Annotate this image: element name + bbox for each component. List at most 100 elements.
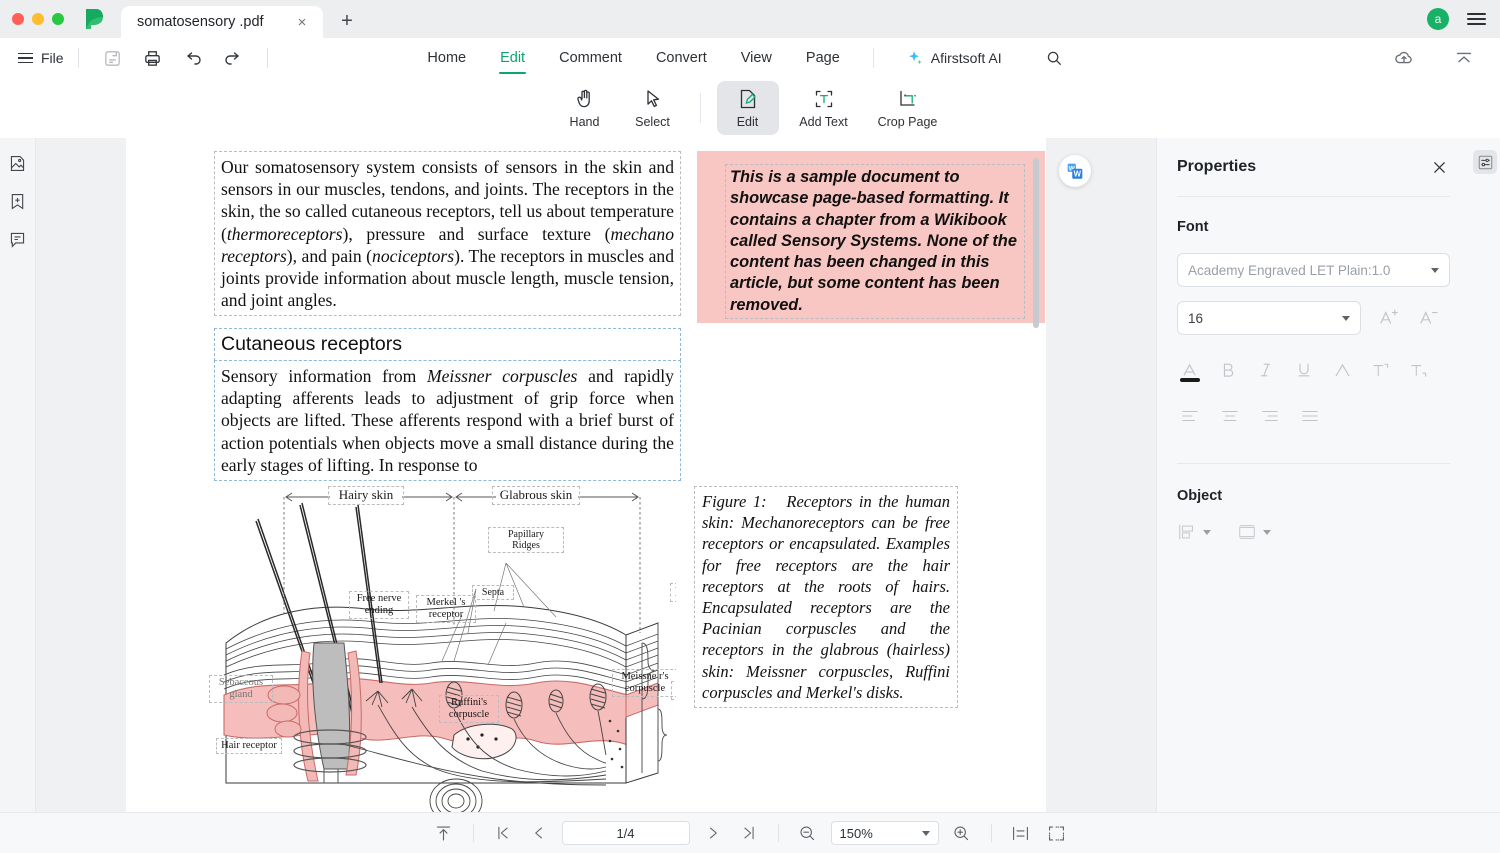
increase-font-size-icon[interactable] (1375, 305, 1401, 331)
zoom-level-select[interactable]: 150% (830, 821, 939, 845)
file-menu-button[interactable]: File (18, 50, 64, 66)
menu-tab-page[interactable]: Page (805, 41, 841, 76)
save-icon[interactable] (100, 45, 126, 71)
strikethrough-button[interactable] (1329, 357, 1355, 383)
last-page-icon[interactable] (736, 820, 762, 846)
scrollbar-track[interactable] (1136, 138, 1156, 812)
skin-diagram[interactable]: Hairy skin Glabrous skin Papillary Ridge… (206, 483, 676, 812)
bold-button[interactable] (1215, 357, 1241, 383)
zoom-in-icon[interactable] (949, 820, 975, 846)
window-controls (0, 0, 64, 38)
object-align-button[interactable] (1177, 522, 1211, 542)
menu-tab-comment[interactable]: Comment (558, 41, 623, 76)
divider (266, 48, 268, 68)
search-icon[interactable] (1041, 45, 1067, 71)
text-block-figure-caption[interactable]: Figure 1: Receptors in the human skin: M… (694, 486, 958, 709)
text-block-paragraph-1[interactable]: Our somatosensory system consists of sen… (214, 151, 681, 317)
page-number-value: 1/4 (616, 825, 635, 841)
section-heading: Cutaneous receptors (221, 333, 403, 355)
menu-tab-convert[interactable]: Convert (655, 41, 708, 76)
new-tab-button[interactable]: + (335, 9, 359, 33)
menu-tab-view[interactable]: View (740, 41, 773, 76)
close-window-button[interactable] (12, 13, 24, 25)
subscript-button[interactable] (1405, 357, 1431, 383)
pdf-page[interactable]: Our somatosensory system consists of sen… (126, 138, 1046, 812)
page-number-input[interactable]: 1/4 (561, 821, 690, 845)
highlight-box[interactable]: This is a sample document to showcase pa… (697, 151, 1045, 323)
align-right-button[interactable] (1257, 403, 1283, 429)
text-block-highlight[interactable]: This is a sample document to showcase pa… (725, 164, 1025, 320)
file-menu-label: File (41, 50, 64, 66)
pdf-editor-window: somatosensory .pdf × + a File Home Edit … (0, 0, 1500, 853)
underline-button[interactable] (1291, 357, 1317, 383)
minimize-window-button[interactable] (32, 13, 44, 25)
align-justify-button[interactable] (1297, 403, 1323, 429)
divider (1177, 196, 1450, 197)
tool-crop-page-label: Crop Page (877, 115, 938, 129)
maximize-window-button[interactable] (52, 13, 64, 25)
tool-ribbon: Hand Select Edit Add Text Crop Page (0, 78, 1500, 138)
tool-select[interactable]: Select (622, 81, 684, 135)
redo-icon[interactable] (220, 45, 246, 71)
properties-toggle-icon[interactable] (1473, 150, 1497, 174)
tool-add-text[interactable]: Add Text (785, 81, 863, 135)
menu-tab-home[interactable]: Home (426, 41, 467, 76)
document-viewport[interactable]: Our somatosensory system consists of sen… (36, 138, 1156, 812)
panel-rail (1470, 138, 1500, 812)
collapse-ribbon-icon[interactable] (1451, 45, 1477, 71)
fit-width-icon[interactable] (1008, 820, 1034, 846)
skin-diagram-graphic (223, 492, 668, 812)
document-tab[interactable]: somatosensory .pdf × (121, 6, 323, 38)
chevron-down-icon (1263, 529, 1271, 535)
figure-caption-text: Figure 1: Receptors in the human skin: M… (702, 492, 950, 702)
scroll-to-top-icon[interactable] (431, 820, 457, 846)
properties-header: Properties (1177, 138, 1450, 196)
font-size-value: 16 (1188, 310, 1204, 326)
tool-hand[interactable]: Hand (554, 81, 616, 135)
prev-page-icon[interactable] (526, 820, 552, 846)
bookmark-add-icon[interactable] (5, 188, 31, 214)
first-page-icon[interactable] (490, 820, 516, 846)
menu-bar: File Home Edit Comment Convert View Page… (0, 38, 1500, 78)
font-family-select[interactable]: Academy Engraved LET Plain:1.0 (1177, 253, 1450, 287)
menu-tab-edit[interactable]: Edit (499, 41, 527, 76)
object-buttons-row (1177, 522, 1450, 542)
divider (699, 93, 701, 123)
paragraph-1-text: Our somatosensory system consists of sen… (221, 157, 674, 311)
hand-icon (576, 89, 590, 108)
text-block-paragraph-2[interactable]: Sensory information from Meissner corpus… (214, 360, 681, 482)
divider (872, 48, 874, 68)
text-block-heading[interactable]: Cutaneous receptors (214, 328, 681, 361)
thumbnails-icon[interactable] (5, 150, 31, 176)
main-menu-icon[interactable] (1467, 12, 1486, 26)
object-section-title: Object (1177, 488, 1223, 504)
page-scrollbar-thumb[interactable] (1033, 158, 1039, 328)
add-text-icon (815, 90, 832, 108)
object-arrange-button[interactable] (1237, 522, 1271, 542)
tool-edit[interactable]: Edit (716, 81, 779, 135)
decrease-font-size-icon[interactable] (1415, 305, 1441, 331)
word-convert-icon[interactable]: W W (1059, 155, 1091, 187)
alignment-row (1177, 403, 1450, 429)
italic-button[interactable] (1253, 357, 1279, 383)
align-center-button[interactable] (1217, 403, 1243, 429)
fullscreen-icon[interactable] (1044, 820, 1070, 846)
font-section-title: Font (1177, 219, 1209, 235)
print-icon[interactable] (140, 45, 166, 71)
close-icon[interactable]: × (293, 13, 311, 31)
status-bar: 1/4 150% (0, 812, 1500, 853)
align-left-button[interactable] (1177, 403, 1203, 429)
comment-icon[interactable] (5, 226, 31, 252)
zoom-out-icon[interactable] (795, 820, 821, 846)
avatar[interactable]: a (1427, 8, 1449, 30)
next-page-icon[interactable] (700, 820, 726, 846)
font-size-select[interactable]: 16 (1177, 301, 1361, 335)
undo-icon[interactable] (180, 45, 206, 71)
font-color-button[interactable] (1177, 357, 1203, 383)
cloud-upload-icon[interactable] (1391, 45, 1417, 71)
chevron-down-icon (1431, 267, 1439, 273)
close-icon[interactable] (1428, 156, 1450, 178)
superscript-button[interactable] (1367, 357, 1393, 383)
tool-crop-page[interactable]: Crop Page (869, 81, 947, 135)
ai-assistant-button[interactable]: Afirstsoft AI (906, 49, 1002, 67)
